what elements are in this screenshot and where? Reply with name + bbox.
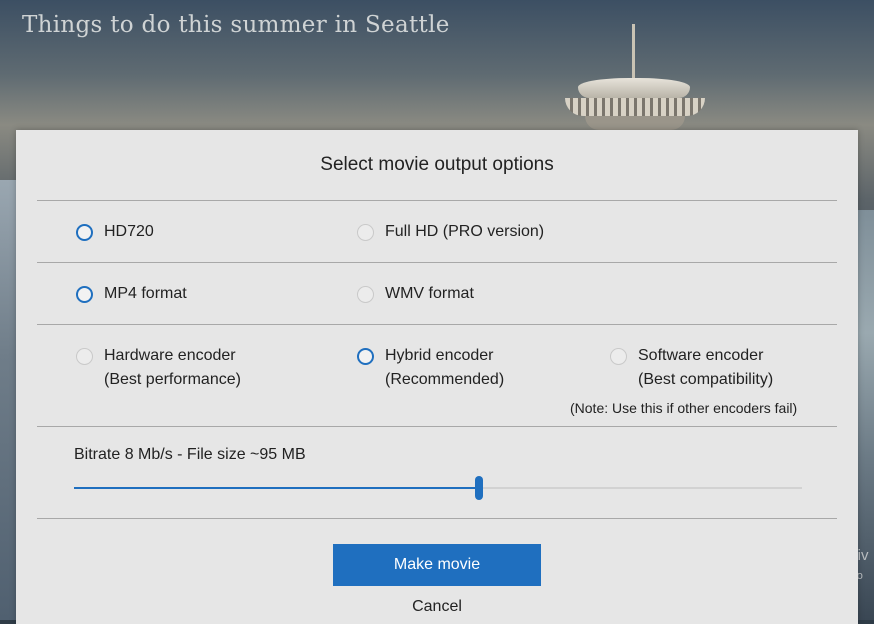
- option-label-sub: (Recommended): [385, 371, 505, 388]
- divider: [37, 262, 837, 263]
- option-label: Full HD (PRO version): [385, 223, 545, 240]
- bitrate-label: Bitrate 8 Mb/s - File size ~95 MB: [74, 446, 306, 463]
- option-mp4[interactable]: MP4 format: [76, 285, 187, 306]
- divider: [37, 426, 837, 427]
- movie-output-dialog: Select movie output options HD720 Full H…: [16, 130, 858, 624]
- option-label-sub: (Best performance): [104, 371, 241, 388]
- option-label-sub: (Best compatibility): [638, 371, 774, 388]
- option-label-main: Hybrid encoder: [385, 347, 494, 364]
- bitrate-slider-thumb[interactable]: [474, 476, 483, 500]
- option-label: WMV format: [385, 285, 474, 302]
- bitrate-slider-fill: [74, 487, 479, 489]
- option-full-hd[interactable]: Full HD (PRO version): [357, 223, 544, 244]
- dialog-title: Select movie output options: [320, 154, 554, 175]
- bitrate-slider[interactable]: [74, 476, 802, 500]
- divider: [37, 324, 837, 325]
- background-heading: Things to do this summer in Seattle: [22, 12, 450, 38]
- divider: [37, 518, 837, 519]
- option-label: HD720: [104, 223, 154, 240]
- option-hardware-encoder[interactable]: Hardware encoder (Best performance): [76, 347, 241, 392]
- option-software-encoder[interactable]: Software encoder (Best compatibility): [610, 347, 773, 392]
- option-label-main: Software encoder: [638, 347, 764, 364]
- divider: [37, 200, 837, 201]
- radio-hybrid-encoder[interactable]: [357, 348, 374, 365]
- space-needle-spire: [632, 24, 635, 82]
- cancel-button[interactable]: Cancel: [16, 598, 858, 616]
- option-label: Software encoder (Best compatibility): [638, 344, 773, 392]
- option-label: Hybrid encoder (Recommended): [385, 344, 504, 392]
- radio-hardware-encoder[interactable]: [76, 348, 93, 365]
- space-needle-base: [585, 116, 685, 130]
- space-needle-top: [578, 78, 690, 98]
- space-needle-ring: [565, 98, 705, 116]
- radio-mp4[interactable]: [76, 286, 93, 303]
- option-wmv[interactable]: WMV format: [357, 285, 474, 306]
- option-label-main: Hardware encoder: [104, 347, 236, 364]
- option-hd720[interactable]: HD720: [76, 223, 154, 244]
- make-movie-button[interactable]: Make movie: [333, 544, 541, 586]
- encoder-note: (Note: Use this if other encoders fail): [570, 400, 798, 416]
- option-label: Hardware encoder (Best performance): [104, 344, 241, 392]
- radio-wmv[interactable]: [357, 286, 374, 303]
- option-label: MP4 format: [104, 285, 187, 302]
- radio-full-hd[interactable]: [357, 224, 374, 241]
- radio-software-encoder[interactable]: [610, 348, 627, 365]
- option-hybrid-encoder[interactable]: Hybrid encoder (Recommended): [357, 347, 504, 392]
- radio-hd720[interactable]: [76, 224, 93, 241]
